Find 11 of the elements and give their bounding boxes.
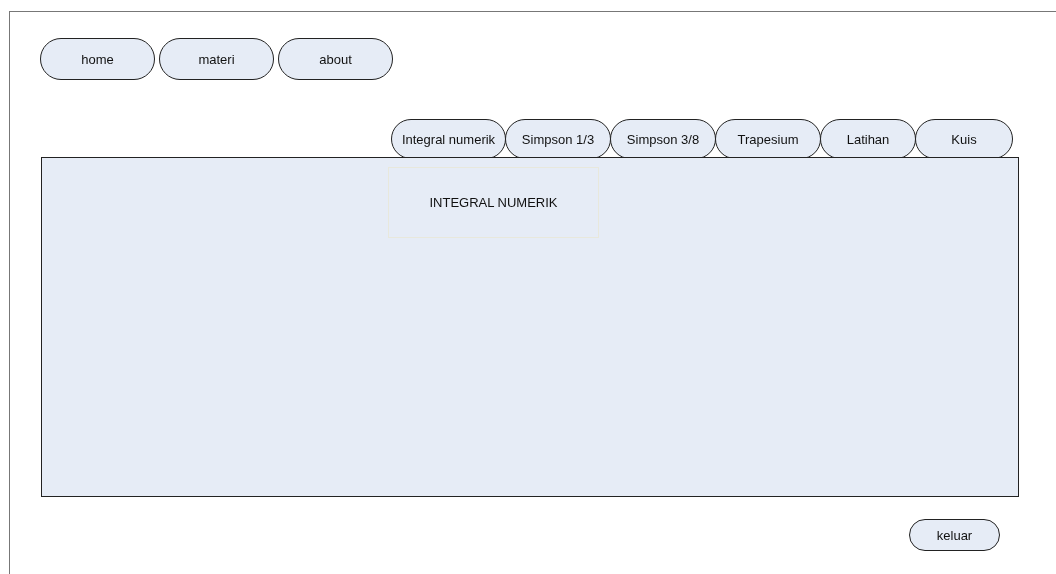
panel-heading: INTEGRAL NUMERIK [429, 195, 558, 210]
tab[interactable]: Trapesium [715, 119, 821, 159]
tab[interactable]: Kuis [915, 119, 1013, 159]
nav-button[interactable]: home [40, 38, 155, 80]
exit-button[interactable]: keluar [909, 519, 1000, 551]
tab[interactable]: Simpson 3/8 [610, 119, 716, 159]
nav-button[interactable]: about [278, 38, 393, 80]
tab[interactable]: Simpson 1/3 [505, 119, 611, 159]
tab[interactable]: Latihan [820, 119, 916, 159]
tab[interactable]: Integral numerik [391, 119, 506, 159]
nav-button[interactable]: materi [159, 38, 274, 80]
